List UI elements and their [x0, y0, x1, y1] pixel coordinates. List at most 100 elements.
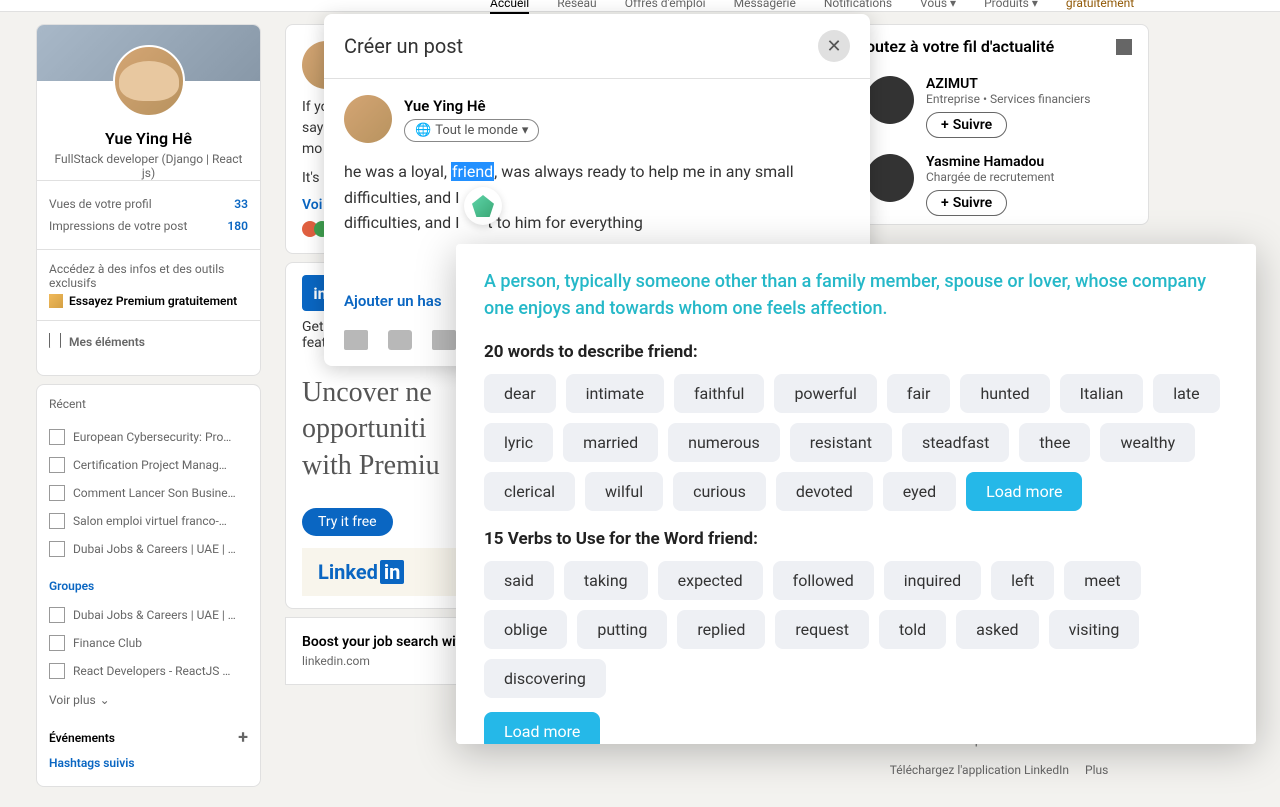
follow-suggestion: Yasmine HamadouChargée de recrutement+ S… — [850, 146, 1148, 224]
try-free-button[interactable]: Try it free — [302, 508, 393, 536]
word-chip[interactable]: inquired — [884, 561, 981, 600]
nav-jobs[interactable]: Offres d'emploi — [625, 0, 706, 14]
info-icon[interactable] — [1116, 39, 1132, 55]
recent-card: Récent European Cybersecurity: Pro…Certi… — [36, 384, 261, 787]
nav-you[interactable]: Vous ▾ — [920, 0, 956, 14]
word-chip[interactable]: fair — [887, 374, 951, 413]
add-to-feed-title: outez à votre fil d'actualité — [866, 37, 1054, 56]
nav-network[interactable]: Réseau — [557, 0, 596, 14]
recent-item[interactable]: European Cybersecurity: Pro… — [49, 423, 248, 451]
nav-premium[interactable]: gratuitement — [1066, 0, 1134, 14]
group-item[interactable]: Dubai Jobs & Careers | UAE | … — [49, 601, 248, 629]
video-icon[interactable] — [388, 330, 412, 350]
recent-title: Récent — [49, 397, 248, 411]
stat-post-impressions[interactable]: Impressions de votre post180 — [49, 215, 248, 237]
close-icon: ✕ — [826, 36, 841, 57]
follow-suggestion: AZIMUTEntreprise • Services financiers + … — [850, 68, 1148, 146]
profile-headline: FullStack developer (Django | React js) — [37, 148, 260, 180]
plus-icon: + — [941, 195, 949, 211]
nav-home[interactable]: Accueil — [490, 0, 529, 14]
profile-name[interactable]: Yue Ying Hê — [37, 129, 260, 148]
nav-messaging[interactable]: Messagerie — [734, 0, 796, 14]
nav-notifications[interactable]: Notifications — [824, 0, 892, 14]
suggestion-name[interactable]: Yasmine Hamadou — [926, 154, 1054, 170]
group-item[interactable]: Finance Club — [49, 629, 248, 657]
document-icon[interactable] — [432, 330, 456, 350]
footer-more[interactable]: Plus — [1085, 763, 1108, 777]
my-items-link[interactable]: Mes éléments — [37, 320, 260, 363]
modal-title: Créer un post — [344, 34, 463, 58]
photo-icon[interactable] — [344, 330, 368, 350]
word-chip[interactable]: followed — [773, 561, 874, 600]
plus-icon: + — [941, 117, 949, 133]
grammarly-icon[interactable] — [464, 187, 502, 225]
word-chip[interactable]: taking — [564, 561, 648, 600]
follow-button[interactable]: + Suivre — [926, 190, 1007, 216]
word-chip[interactable]: Italian — [1060, 374, 1144, 413]
word-chip[interactable]: eyed — [883, 472, 956, 511]
word-chip[interactable]: wealthy — [1100, 423, 1195, 462]
word-chip[interactable]: oblige — [484, 610, 567, 649]
see-more-link[interactable]: Voi — [302, 197, 322, 213]
suggestion-avatar[interactable] — [866, 154, 914, 202]
word-chip[interactable]: left — [991, 561, 1054, 600]
groups-title[interactable]: Groupes — [49, 579, 248, 593]
word-chip[interactable]: putting — [577, 610, 667, 649]
word-chip[interactable]: devoted — [776, 472, 873, 511]
word-chip[interactable]: numerous — [668, 423, 780, 462]
word-chip[interactable]: meet — [1064, 561, 1140, 600]
profile-card: Yue Ying Hê FullStack developer (Django … — [36, 24, 261, 376]
word-chip[interactable]: thee — [1019, 423, 1090, 462]
footer-download[interactable]: Téléchargez l'application LinkedIn — [890, 763, 1069, 777]
word-chip[interactable]: wilful — [585, 472, 663, 511]
suggestion-name[interactable]: AZIMUT — [926, 76, 1090, 92]
post-editor[interactable]: he was a loyal, friend, was always ready… — [344, 159, 850, 236]
word-chip[interactable]: steadfast — [902, 423, 1009, 462]
word-chip[interactable]: lyric — [484, 423, 553, 462]
word-chip[interactable]: told — [879, 610, 946, 649]
load-more-button[interactable]: Load more — [966, 472, 1082, 511]
definition-text: A person, typically someone other than a… — [484, 268, 1228, 322]
suggestion-desc: Entreprise • Services financiers — [926, 92, 1090, 106]
word-chip[interactable]: hunted — [960, 374, 1049, 413]
word-chip[interactable]: clerical — [484, 472, 575, 511]
voir-plus-link[interactable]: Voir plus ⌄ — [49, 685, 248, 715]
word-chip[interactable]: expected — [658, 561, 763, 600]
word-chip[interactable]: married — [563, 423, 658, 462]
group-item[interactable]: React Developers - ReactJS … — [49, 657, 248, 685]
events-link[interactable]: Événements + — [49, 715, 248, 752]
word-chip[interactable]: intimate — [566, 374, 664, 413]
synonyms-section-title: 20 words to describe friend: — [484, 342, 1228, 362]
word-chip[interactable]: said — [484, 561, 554, 600]
word-chip[interactable]: curious — [673, 472, 766, 511]
follow-button[interactable]: + Suivre — [926, 112, 1007, 138]
recent-item[interactable]: Certification Project Manag… — [49, 451, 248, 479]
top-navbar: Accueil Réseau Offres d'emploi Messageri… — [0, 0, 1280, 12]
close-button[interactable]: ✕ — [818, 30, 850, 62]
recent-item[interactable]: Dubai Jobs & Careers | UAE | … — [49, 535, 248, 563]
recent-item[interactable]: Comment Lancer Son Busine… — [49, 479, 248, 507]
word-chip[interactable]: visiting — [1049, 610, 1140, 649]
suggestion-avatar[interactable] — [866, 76, 914, 124]
visibility-button[interactable]: 🌐 Tout le monde ▾ — [404, 119, 539, 142]
word-chip[interactable]: request — [775, 610, 869, 649]
word-chip[interactable]: faithful — [674, 374, 764, 413]
word-chip[interactable]: resistant — [790, 423, 892, 462]
word-chip[interactable]: late — [1153, 374, 1219, 413]
word-chip[interactable]: dear — [484, 374, 556, 413]
chevron-down-icon: ⌄ — [100, 693, 110, 707]
word-chip[interactable]: discovering — [484, 659, 606, 698]
selected-word[interactable]: friend — [451, 162, 494, 181]
word-chip[interactable]: asked — [956, 610, 1038, 649]
word-chip[interactable]: powerful — [774, 374, 876, 413]
load-more-button[interactable]: Load more — [484, 712, 600, 744]
hashtags-link[interactable]: Hashtags suivis — [49, 752, 248, 774]
plus-icon[interactable]: + — [238, 727, 248, 748]
word-chip[interactable]: replied — [677, 610, 765, 649]
stat-profile-views[interactable]: Vues de votre profil33 — [49, 193, 248, 215]
recent-item[interactable]: Salon emploi virtuel franco-… — [49, 507, 248, 535]
nav-products[interactable]: Produits ▾ — [984, 0, 1038, 14]
premium-link[interactable]: Essayez Premium gratuitement — [49, 294, 248, 308]
profile-avatar[interactable] — [113, 45, 185, 117]
dictionary-popup: A person, typically someone other than a… — [456, 244, 1256, 744]
